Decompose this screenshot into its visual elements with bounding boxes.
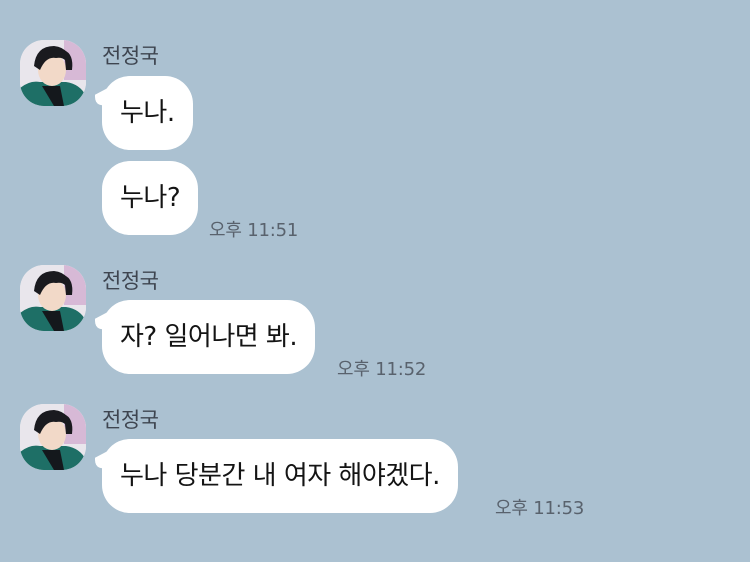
sender-name: 전정국 [102,269,159,293]
sender-name: 전정국 [102,408,159,432]
message-bubble[interactable]: 누나 당분간 내 여자 해야겠다. [102,439,458,513]
message-timestamp: 오후 11:51 [209,220,299,241]
message-bubble[interactable]: 자? 일어나면 봐. [102,300,316,374]
avatar[interactable] [20,40,86,106]
sender-name: 전정국 [102,44,159,68]
message-bubble[interactable]: 누나. [102,76,193,150]
message-bubble[interactable]: 누나? [102,161,199,235]
chat-window: 전정국 누나. 누나? 오후 11:51 전정국 자? 일어나면 봐. 오후 1… [0,0,750,562]
profile-photo-icon [20,265,86,331]
message-timestamp: 오후 11:53 [495,498,585,519]
avatar[interactable] [20,265,86,331]
avatar[interactable] [20,404,86,470]
profile-photo-icon [20,40,86,106]
profile-photo-icon [20,404,86,470]
message-timestamp: 오후 11:52 [337,359,427,380]
